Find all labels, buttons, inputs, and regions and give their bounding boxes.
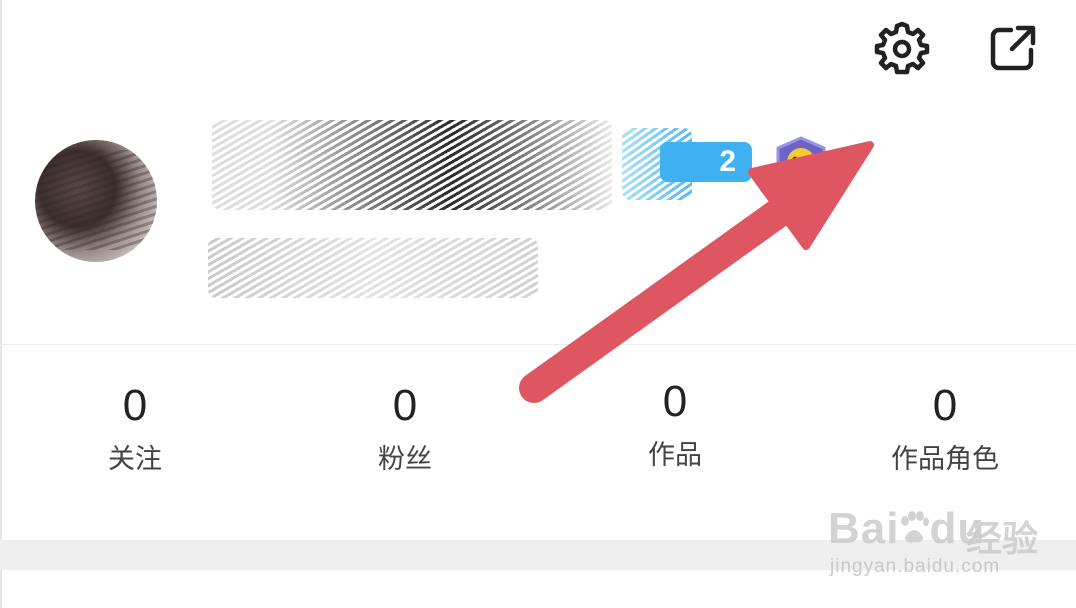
watermark-url: jingyan.baidu.com [830,556,1001,577]
external-link-icon [990,25,1036,71]
stat-value: 0 [932,381,958,430]
watermark-brand: 经验 [966,519,1039,560]
stat-following[interactable]: 0 关注 [40,380,230,480]
stat-works[interactable]: 0 作品 [580,376,770,476]
avatar[interactable] [35,140,157,262]
stat-label: 作品 [648,440,702,471]
stat-label: 粉丝 [378,444,432,475]
section-divider [0,344,1076,345]
username-redacted [212,120,612,210]
share-button[interactable] [985,20,1041,76]
stat-followers[interactable]: 0 粉丝 [310,380,500,480]
gear-icon [874,21,930,75]
stat-work-characters[interactable]: 0 作品角色 [850,380,1040,480]
settings-button[interactable] [874,20,930,76]
profile-page: 2 0 关注 0 粉丝 0 作品 0 作品角色 Bai du 经验 jingyan… [0,0,1076,608]
stat-value: 0 [662,377,688,426]
level-badge: 2 [660,142,752,182]
stat-value: 0 [392,381,418,430]
stat-value: 0 [122,381,148,430]
watermark: Bai du 经验 jingyan.baidu.com [828,490,1068,590]
user-id-redacted [208,238,538,298]
medal-icon[interactable] [772,136,830,186]
stat-label: 关注 [108,444,162,475]
paw-icon [901,511,930,543]
left-edge [0,0,2,608]
stat-label: 作品角色 [891,444,999,475]
watermark-logo: Bai du [828,504,986,553]
level-number: 2 [719,145,736,178]
